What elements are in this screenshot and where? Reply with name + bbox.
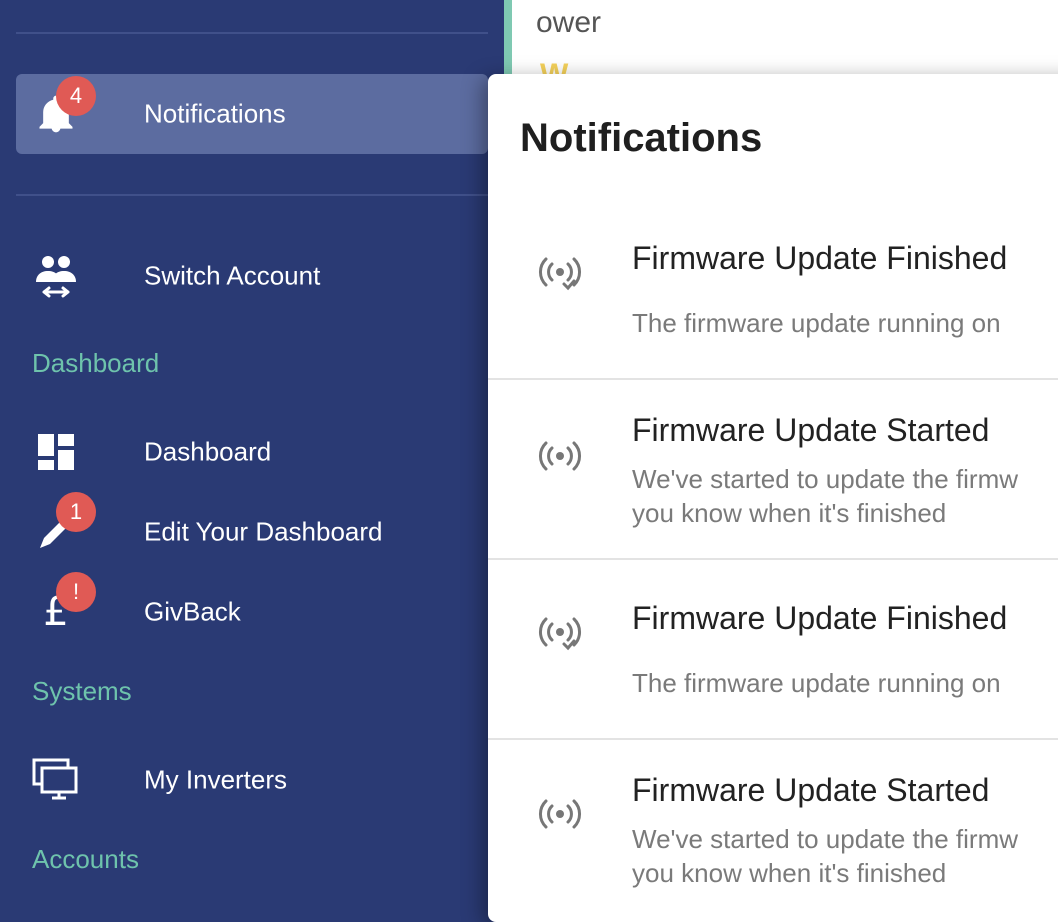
sidebar: 4 Notifications Switch Account Dashboard [0, 0, 504, 922]
dashboard-icon [32, 428, 80, 476]
notification-item[interactable]: Firmware Update Finished The firmware up… [488, 560, 1058, 740]
notification-title: Firmware Update Finished [632, 240, 1008, 276]
notification-title: Firmware Update Started [632, 772, 990, 808]
monitor-icon [32, 756, 80, 804]
background-accent-strip [504, 0, 512, 74]
notification-item[interactable]: Firmware Update Finished The firmware up… [488, 204, 1058, 380]
notification-item[interactable]: Firmware Update Started We've started to… [488, 380, 1058, 560]
notifications-count-badge: 4 [56, 76, 96, 116]
notification-body: We've started to update the firmw [632, 824, 1019, 854]
sidebar-item-label: My Inverters [144, 764, 288, 795]
section-label-accounts: Accounts [32, 844, 139, 874]
signal-check-icon [539, 257, 581, 291]
notification-title: Firmware Update Started [632, 412, 990, 448]
sidebar-divider [16, 32, 488, 34]
sidebar-item-label: Notifications [144, 98, 286, 129]
givback-alert-badge: ! [56, 572, 96, 612]
sidebar-item-edit-dashboard[interactable]: 1 Edit Your Dashboard [16, 492, 488, 572]
notification-body: The firmware update running on [632, 668, 1001, 698]
section-label-systems: Systems [32, 676, 132, 706]
signal-check-icon [539, 617, 581, 651]
sidebar-item-givback[interactable]: £ ! GivBack [16, 572, 488, 652]
signal-icon [539, 441, 581, 471]
sidebar-item-dashboard[interactable]: Dashboard [16, 412, 488, 492]
notification-title: Firmware Update Finished [632, 600, 1008, 636]
sidebar-item-label: GivBack [144, 596, 241, 627]
sidebar-item-notifications[interactable]: 4 Notifications [16, 74, 488, 154]
sidebar-item-my-inverters[interactable]: My Inverters [16, 740, 488, 820]
sidebar-item-label: Switch Account [144, 260, 321, 291]
notification-item[interactable]: Firmware Update Started We've started to… [488, 740, 1058, 922]
panel-title: Notifications [520, 116, 763, 160]
switch-account-icon [32, 252, 80, 300]
notifications-panel: Notifications Firmware Update Finished T… [488, 74, 1058, 922]
notification-body: you know when it's finished [632, 858, 947, 888]
signal-icon [539, 799, 581, 829]
notification-body: The firmware update running on [632, 308, 1001, 338]
notification-body: We've started to update the firmw [632, 464, 1019, 494]
sidebar-item-label: Dashboard [144, 436, 272, 467]
sidebar-divider [16, 194, 488, 196]
sidebar-item-label: Edit Your Dashboard [144, 516, 383, 547]
sidebar-item-switch-account[interactable]: Switch Account [16, 236, 488, 316]
notification-body: you know when it's finished [632, 498, 947, 528]
background-partial-text: ower [536, 6, 602, 39]
edit-dashboard-badge: 1 [56, 492, 96, 532]
section-label-dashboard: Dashboard [32, 348, 160, 378]
